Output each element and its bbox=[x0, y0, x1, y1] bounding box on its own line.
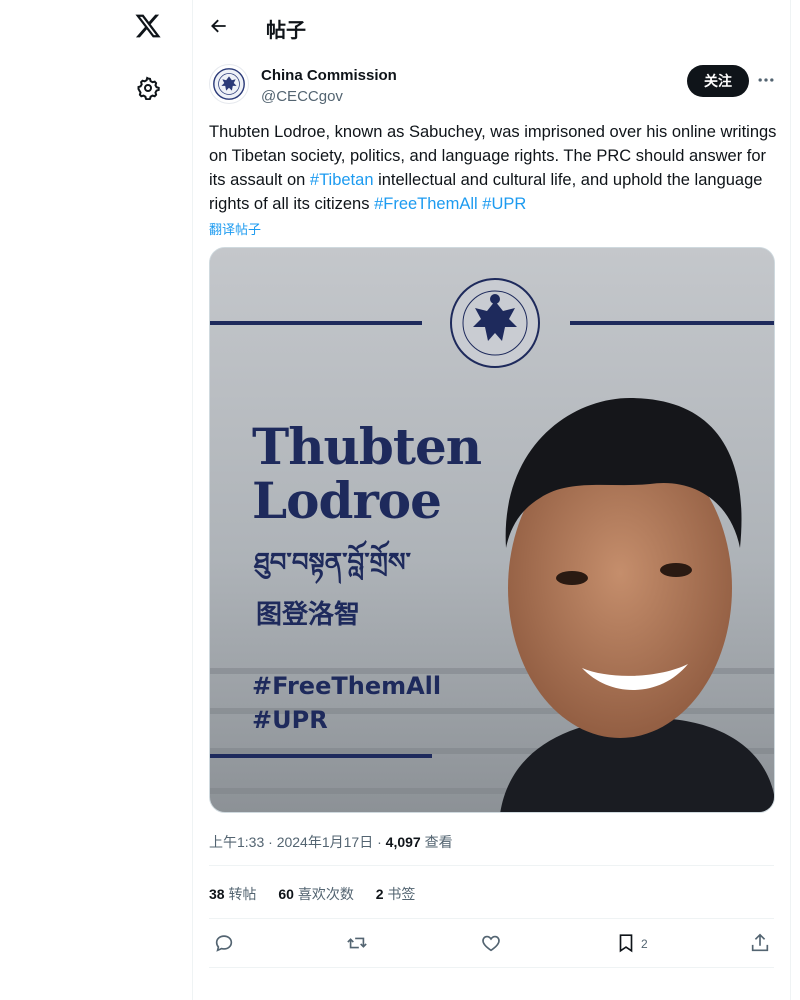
header: 帖子 bbox=[193, 0, 790, 53]
page-title: 帖子 bbox=[266, 20, 306, 42]
image-name: Thubten Lodroe bbox=[252, 417, 482, 530]
tweet-image[interactable]: Thubten Lodroe ཐུབ་བསྟན་བློ་གྲོས་ 图登洛智 #… bbox=[209, 247, 775, 813]
gear-icon[interactable] bbox=[136, 76, 160, 100]
view-label: 查看 bbox=[420, 834, 453, 850]
tweet-date[interactable]: 2024年1月17日 bbox=[277, 834, 374, 850]
hashtag-tibetan[interactable]: #Tibetan bbox=[310, 171, 374, 189]
bookmark-icon[interactable] bbox=[615, 932, 637, 954]
meta-separator: · bbox=[264, 834, 277, 850]
bookmark-count: 2 bbox=[375, 886, 384, 902]
author-handle[interactable]: @CECCgov bbox=[261, 88, 343, 105]
retweet-icon[interactable] bbox=[346, 932, 368, 954]
reply-icon[interactable] bbox=[213, 932, 235, 954]
divider bbox=[209, 918, 774, 919]
divider bbox=[209, 865, 774, 866]
like-count: 60 bbox=[278, 886, 294, 902]
divider bbox=[209, 967, 774, 968]
bookmark-action-count: 2 bbox=[641, 937, 648, 951]
image-name-line1: Thubten bbox=[252, 417, 482, 476]
engagement-stats: 38 转帖 60 喜欢次数 2 书签 bbox=[209, 884, 433, 904]
cecc-seal bbox=[450, 278, 540, 368]
x-logo-icon[interactable] bbox=[134, 12, 162, 40]
cecc-seal-icon bbox=[213, 68, 245, 100]
share-icon[interactable] bbox=[749, 932, 771, 954]
follow-button[interactable]: 关注 bbox=[687, 65, 749, 97]
image-name-chinese: 图登洛智 bbox=[256, 600, 361, 630]
more-options-icon[interactable] bbox=[756, 70, 776, 90]
meta-separator: · bbox=[373, 834, 386, 850]
like-icon[interactable] bbox=[480, 932, 502, 954]
image-hashtag-upr: #UPR bbox=[252, 706, 328, 734]
avatar[interactable] bbox=[209, 64, 249, 104]
left-nav bbox=[0, 0, 193, 1000]
retweet-label: 转帖 bbox=[224, 886, 257, 902]
tweet-time[interactable]: 上午1:33 bbox=[209, 834, 264, 850]
tweet-meta: 上午1:33 · 2024年1月17日 · 4,097 查看 bbox=[209, 832, 453, 852]
retweet-stat[interactable]: 38 转帖 bbox=[209, 886, 256, 902]
hashtag-upr[interactable]: #UPR bbox=[482, 195, 526, 213]
retweet-count: 38 bbox=[209, 886, 225, 902]
bookmark-label: 书签 bbox=[383, 886, 416, 902]
view-count: 4,097 bbox=[385, 834, 421, 850]
bookmark-stat[interactable]: 2 书签 bbox=[376, 886, 416, 902]
image-hashtag-freethemall: #FreeThemAll bbox=[252, 672, 442, 700]
hashtag-freethemall[interactable]: #FreeThemAll bbox=[374, 195, 478, 213]
like-label: 喜欢次数 bbox=[293, 886, 354, 902]
main-column: 帖子 China Commission @CECCgov 关注 Thubten … bbox=[193, 0, 791, 1000]
tweet-text: Thubten Lodroe, known as Sabuchey, was i… bbox=[209, 120, 779, 216]
translate-post-link[interactable]: 翻译帖子 bbox=[209, 219, 261, 238]
like-stat[interactable]: 60 喜欢次数 bbox=[278, 886, 353, 902]
author-name[interactable]: China Commission bbox=[261, 67, 397, 84]
image-name-line2: Lodroe bbox=[252, 471, 442, 530]
back-arrow-icon[interactable] bbox=[209, 16, 229, 36]
